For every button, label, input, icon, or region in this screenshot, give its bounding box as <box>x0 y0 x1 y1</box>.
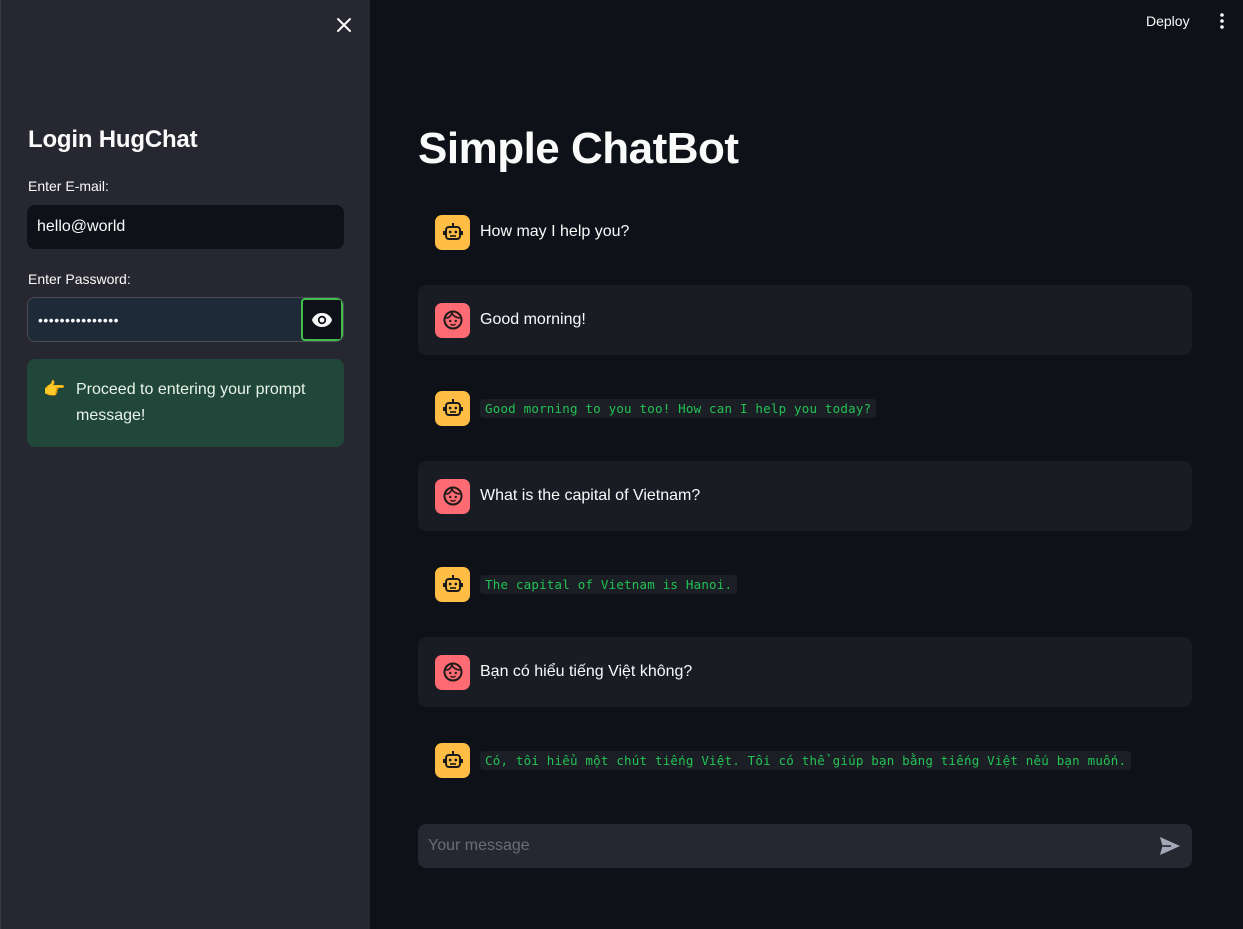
chat-input-bar <box>418 824 1192 868</box>
message-text: What is the capital of Vietnam? <box>480 487 701 504</box>
chat-message-user: Good morning! <box>418 285 1192 355</box>
deploy-button[interactable]: Deploy <box>1136 8 1200 34</box>
password-field[interactable] <box>28 298 301 341</box>
success-alert: 👉 Proceed to entering your prompt messag… <box>27 359 344 447</box>
message-text: How may I help you? <box>480 223 630 240</box>
sidebar: Login HugChat Enter E-mail: Enter Passwo… <box>0 0 370 929</box>
password-input-group <box>27 297 344 342</box>
send-icon <box>1160 837 1180 855</box>
message-code: The capital of Vietnam is Hanoi. <box>480 574 738 594</box>
chat-message-input[interactable] <box>418 824 1148 868</box>
robot-icon <box>435 566 470 602</box>
chat-message-assistant: How may I help you? <box>418 197 1192 267</box>
chat-message-assistant: The capital of Vietnam is Hanoi. <box>418 549 1192 619</box>
face-icon <box>435 478 470 514</box>
message-text: Good morning! <box>480 311 586 328</box>
password-label: Enter Password: <box>28 271 131 287</box>
message-code: Có, tôi hiểu một chút tiếng Việt. Tôi có… <box>480 750 1132 770</box>
success-message: Proceed to entering your prompt message! <box>76 381 306 424</box>
chat-message-user: Bạn có hiểu tiếng Việt không? <box>418 637 1192 707</box>
robot-icon <box>435 214 470 250</box>
close-sidebar-button[interactable] <box>331 12 357 38</box>
close-icon <box>337 18 351 32</box>
email-label: Enter E-mail: <box>28 178 109 194</box>
face-icon <box>435 302 470 338</box>
email-field[interactable] <box>27 205 344 249</box>
send-button[interactable] <box>1148 824 1192 868</box>
pointing-hand-icon: 👉 <box>43 379 66 399</box>
robot-icon <box>435 390 470 426</box>
message-text: Bạn có hiểu tiếng Việt không? <box>480 663 693 680</box>
main-menu-button[interactable] <box>1212 9 1232 33</box>
sidebar-title: Login HugChat <box>28 126 198 153</box>
chat-message-assistant: Có, tôi hiểu một chút tiếng Việt. Tôi có… <box>418 725 1192 795</box>
eye-icon <box>312 312 332 327</box>
kebab-menu-icon <box>1220 13 1224 29</box>
show-password-button[interactable] <box>301 298 343 341</box>
chat-messages: How may I help you? Good morning! Good m… <box>418 197 1192 813</box>
chat-message-user: What is the capital of Vietnam? <box>418 461 1192 531</box>
chat-message-assistant: Good morning to you too! How can I help … <box>418 373 1192 443</box>
robot-icon <box>435 742 470 778</box>
page-title: Simple ChatBot <box>418 124 739 173</box>
face-icon <box>435 654 470 690</box>
message-code: Good morning to you too! How can I help … <box>480 398 877 418</box>
